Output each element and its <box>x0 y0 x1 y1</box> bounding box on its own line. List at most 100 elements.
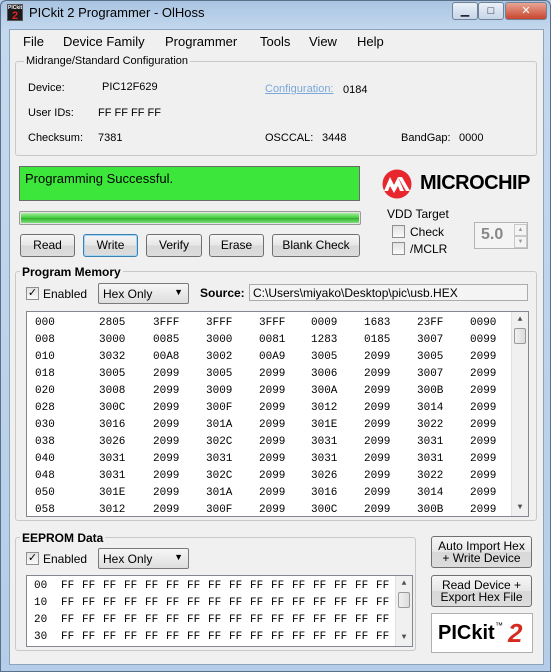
program-memory-word[interactable]: 3016 <box>311 487 337 499</box>
program-memory-word[interactable]: 2099 <box>470 504 496 516</box>
program-memory-word[interactable]: 3014 <box>417 402 443 414</box>
eeprom-byte[interactable]: FF <box>250 614 263 626</box>
program-memory-word[interactable]: 1283 <box>311 334 337 346</box>
program-memory-word[interactable]: 2099 <box>470 419 496 431</box>
program-memory-word[interactable]: 3FFF <box>259 317 285 329</box>
eeprom-byte[interactable]: FF <box>61 580 74 592</box>
eeprom-byte[interactable]: FF <box>166 631 179 643</box>
program-memory-word[interactable]: 2805 <box>99 317 125 329</box>
eeprom-byte[interactable]: FF <box>187 597 200 609</box>
eeprom-byte[interactable]: FF <box>355 597 368 609</box>
eeprom-scrollbar[interactable]: ▲ ▼ <box>395 576 412 646</box>
eeprom-byte[interactable]: FF <box>124 614 137 626</box>
program-memory-word[interactable]: 23FF <box>417 317 443 329</box>
eeprom-view-select[interactable]: Hex Only ▼ <box>98 548 189 569</box>
program-memory-word[interactable]: 3007 <box>417 334 443 346</box>
eeprom-byte[interactable]: FF <box>271 597 284 609</box>
menu-file[interactable]: File <box>23 34 44 49</box>
eeprom-byte[interactable]: FF <box>82 580 95 592</box>
eeprom-byte[interactable]: FF <box>271 614 284 626</box>
program-memory-word[interactable]: 3031 <box>417 453 443 465</box>
menu-tools[interactable]: Tools <box>260 34 290 49</box>
program-memory-view-select[interactable]: Hex Only ▼ <box>98 283 189 304</box>
program-memory-word[interactable]: 0081 <box>259 334 285 346</box>
program-memory-word[interactable]: 2099 <box>153 470 179 482</box>
eeprom-byte[interactable]: FF <box>229 614 242 626</box>
program-memory-word[interactable]: 3005 <box>206 368 232 380</box>
program-memory-word[interactable]: 2099 <box>259 368 285 380</box>
eeprom-byte[interactable]: FF <box>250 597 263 609</box>
program-memory-word[interactable]: 3005 <box>99 368 125 380</box>
eeprom-byte[interactable]: FF <box>334 597 347 609</box>
program-memory-word[interactable]: 3007 <box>417 368 443 380</box>
read-button[interactable]: Read <box>20 234 75 257</box>
program-memory-word[interactable]: 2099 <box>153 385 179 397</box>
source-path-field[interactable]: C:\Users\miyako\Desktop\pic\usb.HEX <box>249 284 528 301</box>
eeprom-byte[interactable]: FF <box>250 631 263 643</box>
eeprom-byte[interactable]: FF <box>187 580 200 592</box>
read-export-hex-button[interactable]: Read Device + Export Hex File <box>431 575 532 607</box>
program-memory-word[interactable]: 3012 <box>99 504 125 516</box>
program-memory-word[interactable]: 3031 <box>206 453 232 465</box>
eeprom-byte[interactable]: FF <box>124 580 137 592</box>
eeprom-grid[interactable]: ▲ ▼ 00 FF FF FF FF FF FF FF FF FF FF FF FF FF FF FF FF 10… <box>26 575 413 647</box>
program-memory-word[interactable]: 2099 <box>153 487 179 499</box>
program-memory-word[interactable]: 2099 <box>470 351 496 363</box>
program-memory-word[interactable]: 3005 <box>311 351 337 363</box>
eeprom-byte[interactable]: FF <box>103 631 116 643</box>
configuration-link[interactable]: Configuration: <box>265 83 334 95</box>
program-memory-word[interactable]: 3FFF <box>153 317 179 329</box>
program-memory-word[interactable]: 00A8 <box>153 351 179 363</box>
eeprom-byte[interactable]: FF <box>124 631 137 643</box>
program-memory-word[interactable]: 3031 <box>417 436 443 448</box>
eeprom-byte[interactable]: FF <box>229 597 242 609</box>
eeprom-byte[interactable]: FF <box>61 631 74 643</box>
program-memory-word[interactable]: 0009 <box>311 317 337 329</box>
eeprom-byte[interactable]: FF <box>187 631 200 643</box>
menu-view[interactable]: View <box>309 34 337 49</box>
eeprom-scroll-thumb[interactable] <box>398 592 410 608</box>
scroll-up-icon[interactable]: ▲ <box>396 576 412 592</box>
eeprom-byte[interactable]: FF <box>292 580 305 592</box>
program-memory-word[interactable]: 300C <box>311 504 337 516</box>
eeprom-byte[interactable]: FF <box>313 580 326 592</box>
program-memory-word[interactable]: 301A <box>206 419 232 431</box>
vdd-check-checkbox[interactable] <box>392 225 405 238</box>
program-memory-word[interactable]: 2099 <box>364 470 390 482</box>
eeprom-byte[interactable]: FF <box>292 597 305 609</box>
program-memory-word[interactable]: 3032 <box>99 351 125 363</box>
program-memory-grid[interactable]: ▲ ▼ 000 2805 3FFF 3FFF 3FFF 0009 1683 23FF 0090 0… <box>26 311 529 517</box>
program-memory-word[interactable]: 302C <box>206 470 232 482</box>
program-memory-word[interactable]: 300F <box>206 402 232 414</box>
program-memory-word[interactable]: 2099 <box>364 368 390 380</box>
eeprom-byte[interactable]: FF <box>208 597 221 609</box>
voltage-down-icon[interactable]: ▼ <box>514 236 527 248</box>
program-memory-word[interactable]: 3022 <box>417 419 443 431</box>
eeprom-byte[interactable]: FF <box>250 580 263 592</box>
eeprom-byte[interactable]: FF <box>334 580 347 592</box>
program-memory-word[interactable]: 301E <box>99 487 125 499</box>
program-memory-word[interactable]: 2099 <box>364 487 390 499</box>
close-button[interactable]: ✕ <box>505 2 547 20</box>
eeprom-byte[interactable]: FF <box>355 631 368 643</box>
program-memory-word[interactable]: 2099 <box>153 368 179 380</box>
program-memory-word[interactable]: 2099 <box>259 436 285 448</box>
minimize-button[interactable]: ▁ <box>452 2 478 20</box>
vdd-voltage-spinner[interactable]: 5.0 ▲ ▼ <box>474 222 528 249</box>
program-memory-word[interactable]: 3008 <box>99 385 125 397</box>
program-memory-word[interactable]: 2099 <box>470 453 496 465</box>
eeprom-byte[interactable]: FF <box>334 614 347 626</box>
eeprom-byte[interactable]: FF <box>313 597 326 609</box>
program-memory-word[interactable]: 0085 <box>153 334 179 346</box>
menu-help[interactable]: Help <box>357 34 384 49</box>
eeprom-byte[interactable]: FF <box>187 614 200 626</box>
eeprom-byte[interactable]: FF <box>166 580 179 592</box>
program-memory-word[interactable]: 300A <box>311 385 337 397</box>
program-memory-word[interactable]: 2099 <box>259 385 285 397</box>
program-memory-word[interactable]: 0090 <box>470 317 496 329</box>
program-memory-word[interactable]: 2099 <box>153 419 179 431</box>
scroll-down-icon[interactable]: ▼ <box>512 500 528 516</box>
menu-device-family[interactable]: Device Family <box>63 34 145 49</box>
eeprom-byte[interactable]: FF <box>145 580 158 592</box>
eeprom-byte[interactable]: FF <box>82 614 95 626</box>
